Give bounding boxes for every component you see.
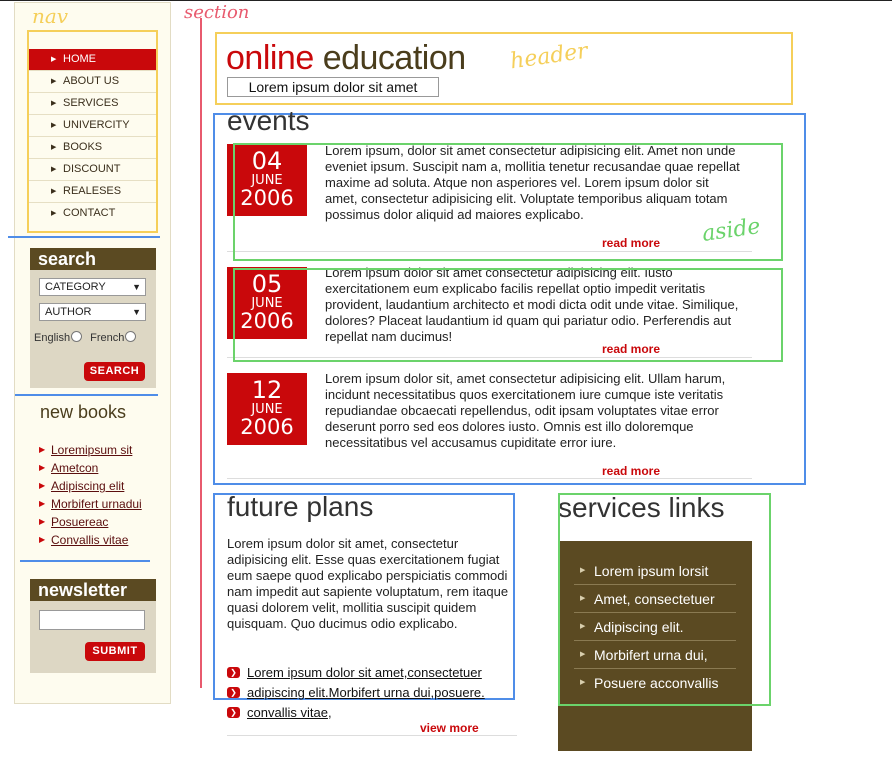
event-day: 12: [251, 376, 283, 404]
future-link[interactable]: ❯ adipiscing elit.Morbifert urna dui,posu…: [227, 685, 485, 705]
chevron-down-icon: ▼: [132, 282, 141, 292]
divider-line: [15, 394, 158, 396]
event-year: 2006: [240, 415, 294, 439]
newsletter-email-input[interactable]: [39, 610, 145, 630]
english-label: English: [34, 332, 71, 344]
author-select[interactable]: AUTHOR ▼: [39, 303, 146, 321]
read-more-link[interactable]: read more: [602, 464, 660, 478]
tagline: Lorem ipsum dolor sit amet: [227, 77, 439, 97]
book-link[interactable]: ▶ Morbifert urnadui: [38, 497, 142, 515]
french-radio[interactable]: [125, 331, 137, 342]
arrow-right-icon: ▶: [51, 144, 57, 151]
future-link-label: Lorem ipsum dolor sit amet,consectetuer: [247, 665, 482, 680]
nav-item-label: BOOKS: [63, 141, 103, 153]
book-link[interactable]: ▶ Convallis vitae: [38, 533, 142, 551]
future-link-label: convallis vitae: [247, 705, 328, 720]
services-outline: [558, 493, 771, 706]
nav-item-about-us[interactable]: ▶ ABOUT US: [29, 71, 156, 93]
book-link[interactable]: ▶ Posuereac: [38, 515, 142, 533]
nav-item-label: REALESES: [63, 185, 122, 197]
arrow-right-icon: ❯: [227, 687, 240, 698]
search-panel: CATEGORY ▼ AUTHOR ▼ English French SEARC…: [30, 270, 156, 388]
view-more-link[interactable]: view more: [420, 721, 479, 735]
nav-item-books[interactable]: ▶ BOOKS: [29, 137, 156, 159]
link-suffix: ,: [327, 705, 332, 720]
nav-item-label: UNIVERCITY: [63, 119, 130, 131]
nav-item-label: DISCOUNT: [63, 163, 121, 175]
book-link-label: Loremipsum sit: [51, 443, 133, 457]
aside-outline: [233, 268, 783, 362]
aside-outline: [233, 143, 783, 261]
event-text: Lorem ipsum dolor sit, amet consectetur …: [325, 371, 726, 450]
book-link-label: Adipiscing elit: [51, 479, 125, 493]
main-nav: ▶ HOME ▶ ABOUT US ▶ SERVICES ▶ UNIVERCITY ▶ B…: [29, 49, 156, 225]
book-link[interactable]: ▶ Loremipsum sit: [38, 443, 142, 461]
section-annotation: section: [184, 2, 250, 23]
nav-item-realeses[interactable]: ▶ REALESES: [29, 181, 156, 203]
arrow-right-icon: ▶: [51, 78, 57, 85]
future-link[interactable]: ❯ Lorem ipsum dolor sit amet,consectetuer: [227, 665, 485, 685]
site-title: online education: [226, 38, 466, 78]
future-plans-links: ❯ Lorem ipsum dolor sit amet,consectetuer…: [227, 665, 485, 725]
nav-annotation: nav: [32, 4, 69, 28]
divider-line: [20, 560, 150, 562]
site-title-part1: online: [226, 39, 314, 77]
arrow-right-icon: ▶: [39, 445, 46, 454]
arrow-right-icon: ▶: [51, 56, 57, 63]
french-label: French: [90, 332, 125, 344]
nav-item-services[interactable]: ▶ SERVICES: [29, 93, 156, 115]
event-date: 12 JUNE 2006: [227, 373, 307, 445]
chevron-down-icon: ▼: [132, 307, 141, 317]
category-select[interactable]: CATEGORY ▼: [39, 278, 146, 296]
new-books-heading: new books: [40, 402, 127, 422]
book-link-label: Convallis vitae: [51, 533, 129, 547]
newsletter-heading: newsletter: [30, 579, 156, 601]
future-link-label: adipiscing elit.Morbifert urna dui,posue…: [247, 685, 485, 700]
top-border: [0, 0, 892, 1]
book-link[interactable]: ▶ Adipiscing elit: [38, 479, 142, 497]
newsletter-panel: SUBMIT: [30, 601, 156, 673]
event-separator: [227, 478, 752, 479]
arrow-right-icon: ▶: [39, 499, 46, 508]
future-plans-text: Lorem ipsum dolor sit amet, consectetur …: [227, 536, 509, 631]
category-select-value: CATEGORY: [45, 281, 106, 293]
book-link-label: Ametcon: [51, 461, 99, 475]
arrow-right-icon: ▶: [51, 100, 57, 107]
nav-item-label: SERVICES: [63, 97, 119, 109]
section-marker-line: [200, 18, 202, 688]
future-separator: [227, 735, 517, 736]
events-heading: events: [227, 105, 310, 136]
arrow-right-icon: ▶: [39, 517, 46, 526]
arrow-right-icon: ❯: [227, 667, 240, 678]
arrow-right-icon: ▶: [51, 166, 57, 173]
site-title-part2: education: [322, 39, 466, 77]
language-options: English French: [34, 331, 141, 344]
arrow-right-icon: ▶: [51, 188, 57, 195]
arrow-right-icon: ❯: [227, 707, 240, 718]
arrow-right-icon: ▶: [51, 210, 57, 217]
submit-button[interactable]: SUBMIT: [85, 642, 145, 661]
book-link[interactable]: ▶ Ametcon: [38, 461, 142, 479]
book-link-label: Posuereac: [51, 515, 109, 529]
arrow-right-icon: ▶: [39, 463, 46, 472]
english-radio[interactable]: [71, 331, 83, 342]
nav-item-discount[interactable]: ▶ DISCOUNT: [29, 159, 156, 181]
arrow-right-icon: ▶: [39, 481, 46, 490]
future-plans-heading: future plans: [227, 491, 374, 522]
nav-item-contact[interactable]: ▶ CONTACT: [29, 203, 156, 225]
search-heading: search: [30, 248, 156, 270]
arrow-right-icon: ▶: [51, 122, 57, 129]
nav-item-label: ABOUT US: [63, 75, 120, 87]
nav-item-home[interactable]: ▶ HOME: [29, 49, 156, 71]
divider-line: [8, 236, 160, 238]
search-button[interactable]: SEARCH: [84, 362, 145, 381]
new-books-list: ▶ Loremipsum sit ▶ Ametcon ▶ Adipiscing eli…: [38, 443, 142, 551]
nav-item-univercity[interactable]: ▶ UNIVERCITY: [29, 115, 156, 137]
nav-item-label: CONTACT: [63, 207, 116, 219]
nav-item-label: HOME: [63, 53, 96, 65]
book-link-label: Morbifert urnadui: [51, 497, 142, 511]
arrow-right-icon: ▶: [39, 535, 46, 544]
author-select-value: AUTHOR: [45, 306, 92, 318]
